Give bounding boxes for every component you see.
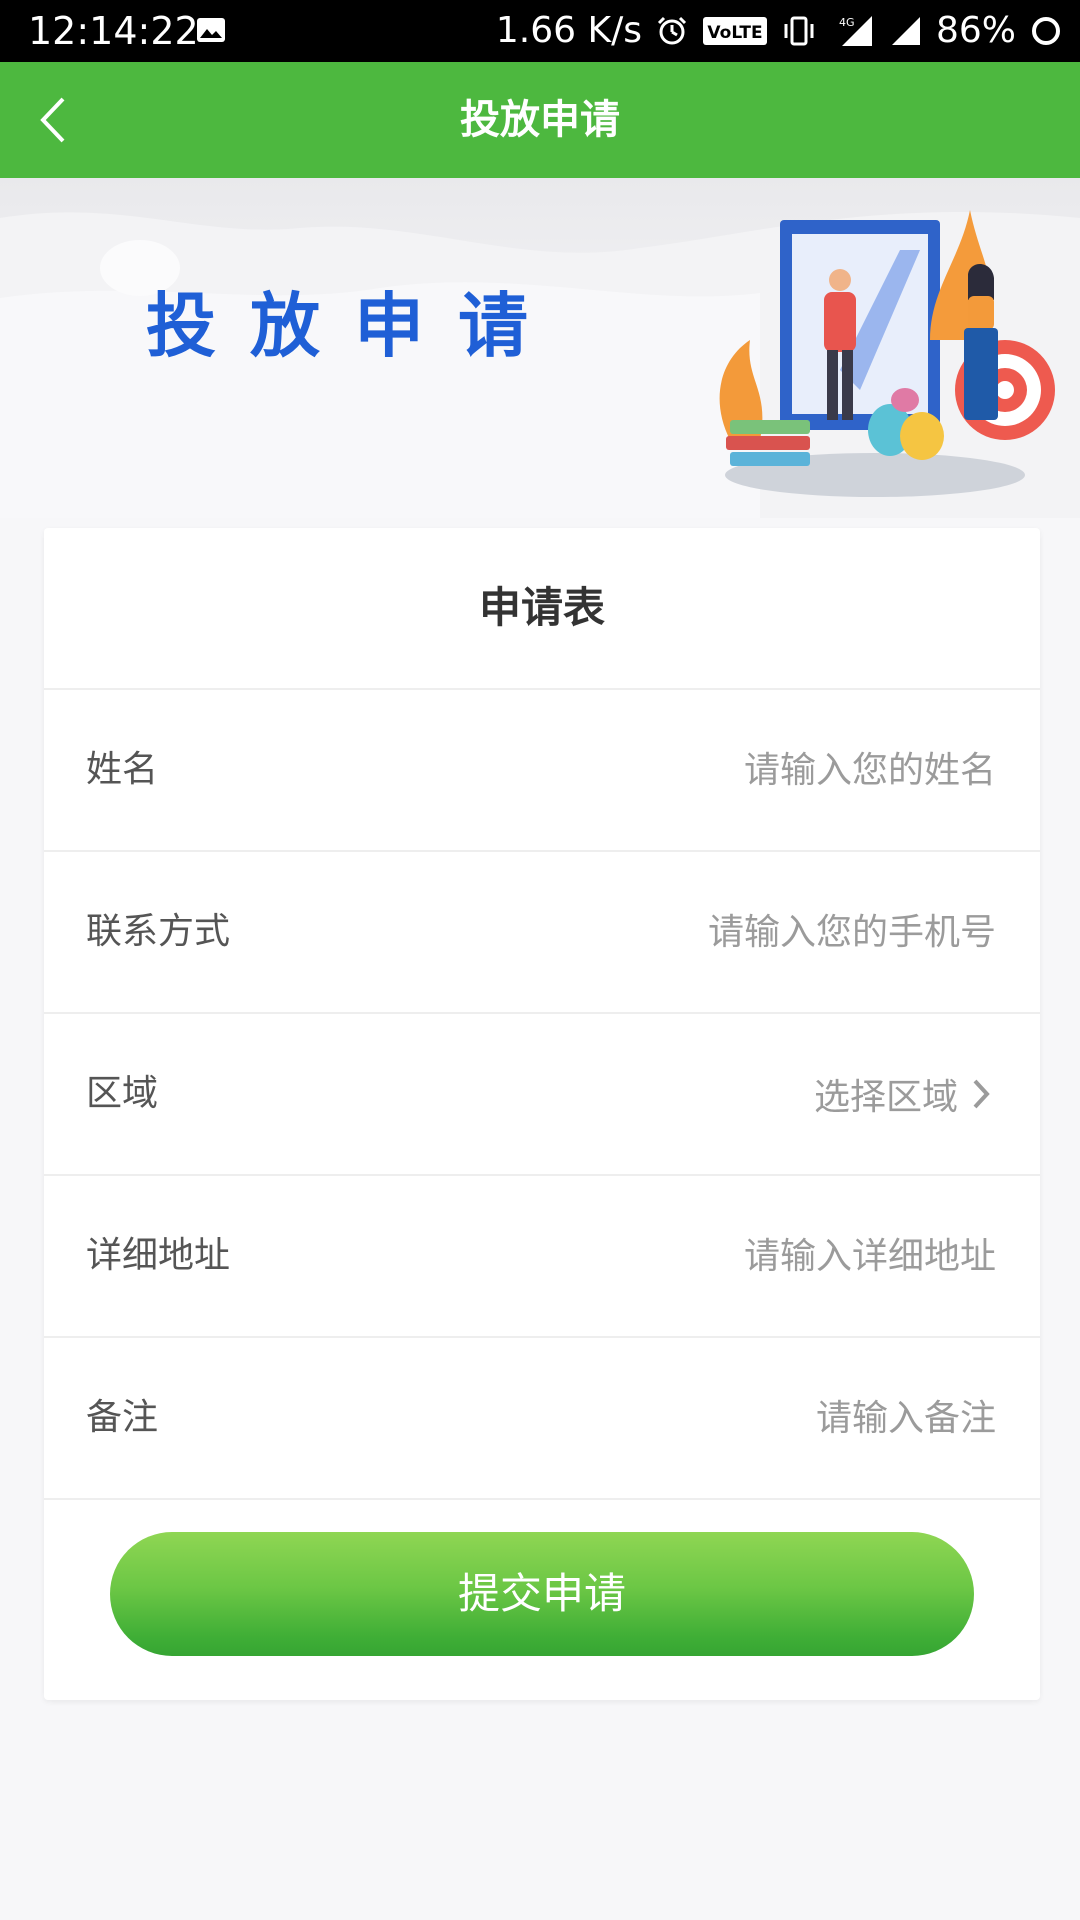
application-form: 申请表 姓名 联系方式 区域 选择区域 详细地址 备注 提交申请 [44,528,1040,1700]
app-header: 投放申请 [0,62,1080,178]
remarks-label: 备注 [86,1397,159,1438]
address-label: 详细地址 [86,1235,231,1276]
form-title: 申请表 [44,528,1040,690]
signal-icon [888,15,922,47]
battery-icon [1030,15,1062,47]
form-row-name: 姓名 [44,690,1040,852]
chevron-right-icon [973,1079,990,1109]
battery-percent: 86% [935,10,1016,51]
remarks-input[interactable] [436,1378,996,1458]
address-input[interactable] [436,1216,996,1296]
gallery-notification-icon [196,17,226,43]
page-title: 投放申请 [460,97,620,143]
name-label: 姓名 [86,749,159,790]
banner-title: 投放申请 [146,285,562,367]
region-label: 区域 [86,1073,159,1114]
region-select[interactable]: 选择区域 [814,1014,990,1174]
status-indicators: 1.66 K/s VoLTE 4G 86% [496,8,1062,54]
region-select-text: 选择区域 [813,1077,958,1118]
name-input[interactable] [436,730,996,810]
submit-button[interactable]: 提交申请 [110,1532,974,1656]
banner: 投放申请 [0,178,1080,518]
alarm-icon [656,15,688,47]
volte-icon: VoLTE [702,16,768,46]
banner-illustration [719,210,1055,497]
phone-input[interactable] [436,892,996,972]
form-row-contact: 联系方式 [44,852,1040,1014]
form-row-remarks: 备注 [44,1338,1040,1500]
form-row-region[interactable]: 区域 选择区域 [44,1014,1040,1176]
signal-4g-icon: 4G [830,14,874,48]
form-row-address: 详细地址 [44,1176,1040,1338]
network-type: 4G [839,16,855,29]
status-time: 12:14:22 [28,9,199,53]
contact-label: 联系方式 [86,911,231,952]
volte-label: VoLTE [707,23,762,43]
vibrate-icon [782,15,816,47]
net-speed: 1.66 K/s [495,10,642,51]
status-bar: 12:14:22 1.66 K/s VoLTE 4G 86% [0,0,1080,62]
